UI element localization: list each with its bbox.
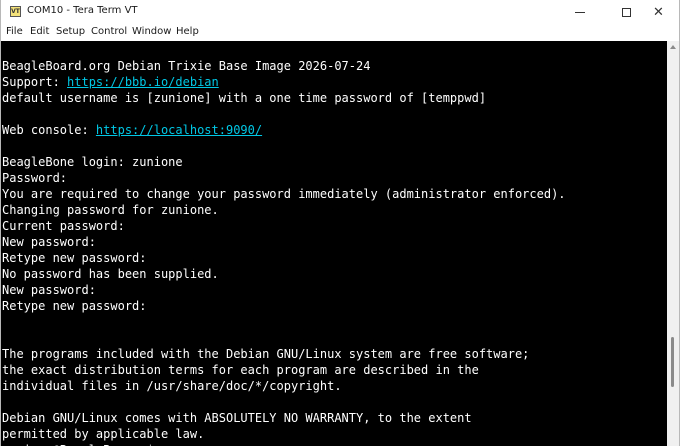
terminal-text: Retype new password: [2,251,147,265]
window-title: COM10 - Tera Term VT [27,5,138,16]
terminal-line: Debian GNU/Linux comes with ABSOLUTELY N… [2,410,472,426]
scroll-up-arrow-icon[interactable] [670,45,676,49]
menu-setup[interactable]: Setup [56,26,85,37]
terminal-text: BeagleBone login: zunione [2,155,183,169]
terminal-output[interactable]: BeagleBoard.org Debian Trixie Base Image… [1,41,667,446]
terminal-line: Retype new password: [2,250,147,266]
terminal-text: Password: [2,171,68,185]
maximize-icon [621,7,631,17]
terminal-line: Retype new password: [2,298,147,314]
terminal-text: Retype new password: [2,299,147,313]
terminal-text: default username is [zunione] with a one… [2,91,487,105]
tera-term-icon[interactable]: VT [10,6,21,17]
terminal-line: Password: [2,170,67,186]
menu-edit[interactable]: Edit [30,26,49,37]
terminal-text: New password: [2,283,96,297]
terminal-text: The programs included with the Debian GN… [2,347,530,361]
scroll-thumb[interactable] [671,337,674,387]
menu-window[interactable]: Window [132,26,171,37]
menu-help[interactable]: Help [176,26,199,37]
terminal-line: zunione@BeagleBone:~$ [2,442,154,446]
terminal-line: individual files in /usr/share/doc/*/cop… [2,378,342,394]
minimize-button[interactable] [557,0,603,24]
terminal-line: permitted by applicable law. [2,426,204,442]
terminal-line: default username is [zunione] with a one… [2,90,486,106]
close-button[interactable]: ✕ [638,0,679,24]
terminal-line: New password: [2,234,96,250]
terminal-text: No password has been supplied. [2,267,219,281]
terminal-line: BeagleBone login: zunione [2,154,183,170]
terminal-text: Debian GNU/Linux comes with ABSOLUTELY N… [2,411,472,425]
menu-bar: File Edit Setup Control Window Help [1,24,679,40]
terminal-text: the exact distribution terms for each pr… [2,363,479,377]
title-bar[interactable]: VT COM10 - Tera Term VT ✕ [1,0,679,24]
terminal-line: the exact distribution terms for each pr… [2,362,479,378]
menu-control[interactable]: Control [91,26,127,37]
terminal-line: Support: https://bbb.io/debian [2,74,219,90]
terminal-text: BeagleBoard.org Debian Trixie Base Image… [2,59,371,73]
terminal-text: permitted by applicable law. [2,427,205,441]
terminal-line: No password has been supplied. [2,266,219,282]
terminal-link[interactable]: https://localhost:9090/ [96,123,262,137]
close-icon: ✕ [653,4,664,20]
terminal-text: You are required to change your password… [2,187,566,201]
terminal-text: Changing password for zunione. [2,203,219,217]
terminal-line: BeagleBoard.org Debian Trixie Base Image… [2,58,370,74]
minimize-icon [575,11,585,13]
terminal-line: You are required to change your password… [2,186,566,202]
vertical-scrollbar[interactable] [667,41,679,446]
terminal-text: Current password: [2,219,125,233]
terminal-line: The programs included with the Debian GN… [2,346,529,362]
terminal-text: Web console: [2,123,96,137]
terminal-text: Support: [2,75,68,89]
terminal-line: Web console: https://localhost:9090/ [2,122,262,138]
terminal-line: Current password: [2,218,125,234]
terminal-text: New password: [2,235,96,249]
menu-file[interactable]: File [6,26,23,37]
terminal-link[interactable]: https://bbb.io/debian [67,75,219,89]
terminal-line: Changing password for zunione. [2,202,219,218]
terminal-text: individual files in /usr/share/doc/*/cop… [2,379,342,393]
tera-term-window: VT COM10 - Tera Term VT ✕ File Edit Setu… [0,0,680,446]
terminal-line: New password: [2,282,96,298]
